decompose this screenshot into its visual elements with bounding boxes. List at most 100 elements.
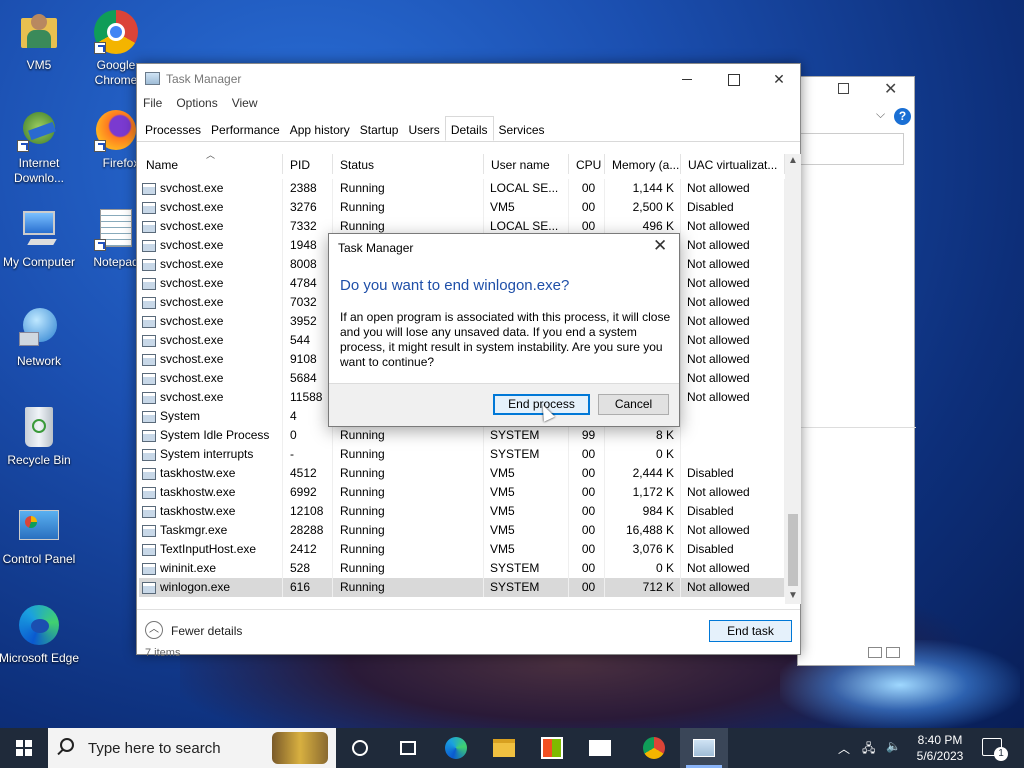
scroll-down-icon[interactable]: ▼ bbox=[788, 590, 798, 601]
process-name-cell: svchost.exe bbox=[139, 350, 283, 369]
maximize-icon[interactable] bbox=[838, 83, 849, 94]
show-hidden-icons[interactable]: ︿ bbox=[838, 740, 850, 757]
table-row[interactable]: wininit.exe 528 Running SYSTEM 00 0 K Not allo… bbox=[139, 559, 785, 578]
process-icon bbox=[142, 581, 156, 594]
pid-cell: 12108 bbox=[283, 502, 333, 521]
pid-cell: 7032 bbox=[283, 293, 333, 312]
tab-users[interactable]: Users bbox=[403, 118, 444, 142]
table-row[interactable]: winlogon.exe 616 Running SYSTEM 00 712 K Not a… bbox=[139, 578, 785, 597]
uac-cell: Not allowed bbox=[681, 255, 785, 274]
column-header-memory[interactable]: Memory (a... bbox=[605, 154, 681, 174]
search-box[interactable]: Type here to search bbox=[48, 728, 336, 768]
tab-startup[interactable]: Startup bbox=[355, 118, 404, 142]
table-row[interactable]: taskhostw.exe 4512 Running VM5 00 2,444 K Disa… bbox=[139, 464, 785, 483]
confirm-dialog[interactable]: Task Manager ✕ Do you want to end winlog… bbox=[328, 233, 680, 427]
taskbar-task-manager[interactable] bbox=[680, 728, 728, 768]
pid-cell: 616 bbox=[283, 578, 333, 597]
memory-cell: 712 K bbox=[605, 578, 681, 597]
user-cell: SYSTEM bbox=[484, 578, 569, 597]
desktop-icon-recycle-bin[interactable]: Recycle Bin bbox=[0, 405, 81, 468]
taskbar-file-explorer[interactable] bbox=[480, 728, 528, 768]
chevron-down-icon[interactable]: ⌵ bbox=[876, 107, 885, 122]
tiles-view-icon[interactable] bbox=[886, 647, 900, 658]
cancel-button[interactable]: Cancel bbox=[598, 394, 669, 415]
pid-cell: 2388 bbox=[283, 179, 333, 198]
taskbar-edge[interactable] bbox=[432, 728, 480, 768]
address-box[interactable] bbox=[798, 133, 904, 165]
user-cell: SYSTEM bbox=[484, 445, 569, 464]
table-row[interactable]: System interrupts - Running SYSTEM 00 0 K bbox=[139, 445, 785, 464]
desktop-icon-network[interactable]: Network bbox=[0, 306, 81, 369]
close-icon[interactable]: ✕ bbox=[653, 236, 667, 256]
tab-app-history[interactable]: App history bbox=[285, 118, 355, 142]
help-icon[interactable]: ? bbox=[894, 108, 911, 125]
cortana-button[interactable] bbox=[336, 728, 384, 768]
uac-cell: Disabled bbox=[681, 464, 785, 483]
table-row[interactable]: svchost.exe 3276 Running VM5 00 2,500 K Disabl… bbox=[139, 198, 785, 217]
process-icon bbox=[142, 448, 156, 461]
clock[interactable]: 8:40 PM 5/6/2023 bbox=[910, 732, 970, 764]
pid-cell: 1948 bbox=[283, 236, 333, 255]
status-cell: Running bbox=[333, 559, 484, 578]
column-header-pid[interactable]: PID bbox=[283, 154, 333, 174]
scroll-thumb[interactable] bbox=[788, 514, 798, 586]
items-count: 7 items bbox=[145, 647, 181, 659]
desktop-icon-vm5[interactable]: VM5 bbox=[0, 10, 81, 73]
column-header-uac[interactable]: UAC virtualizat... bbox=[681, 154, 785, 174]
desktop-icon-my-computer[interactable]: My Computer bbox=[0, 207, 81, 270]
maximize-button[interactable] bbox=[710, 64, 756, 94]
task-view-icon bbox=[400, 741, 416, 755]
tab-details[interactable]: Details bbox=[444, 116, 494, 141]
tab-services[interactable]: Services bbox=[494, 118, 550, 142]
table-row[interactable]: System Idle Process 0 Running SYSTEM 99 8 K bbox=[139, 426, 785, 445]
details-view-icon[interactable] bbox=[868, 647, 882, 658]
menu-view[interactable]: View bbox=[232, 96, 258, 114]
task-view-button[interactable] bbox=[384, 728, 432, 768]
tab-processes[interactable]: Processes bbox=[140, 118, 206, 142]
chevron-up-icon[interactable]: ︿ bbox=[145, 621, 163, 639]
pid-cell: 4 bbox=[283, 407, 333, 426]
table-row[interactable]: taskhostw.exe 12108 Running VM5 00 984 K Disab… bbox=[139, 502, 785, 521]
status-cell: Running bbox=[333, 578, 484, 597]
close-icon[interactable]: ✕ bbox=[884, 79, 897, 99]
table-row[interactable]: taskhostw.exe 6992 Running VM5 00 1,172 K Not … bbox=[139, 483, 785, 502]
scroll-up-icon[interactable]: ▲ bbox=[788, 155, 798, 166]
vertical-scrollbar[interactable]: ▲ ▼ bbox=[785, 154, 801, 604]
taskbar-mail[interactable] bbox=[576, 728, 624, 768]
desktop-icon-control-panel[interactable]: Control Panel bbox=[0, 504, 81, 567]
column-header-user[interactable]: User name bbox=[484, 154, 569, 174]
process-name-cell: taskhostw.exe bbox=[139, 502, 283, 521]
process-icon bbox=[142, 391, 156, 404]
status-cell: Running bbox=[333, 198, 484, 217]
minimize-button[interactable] bbox=[664, 64, 710, 94]
column-header-name[interactable]: ︿ Name bbox=[139, 154, 283, 174]
desktop-icon-edge[interactable]: Microsoft Edge bbox=[0, 603, 81, 666]
uac-cell: Disabled bbox=[681, 502, 785, 521]
volume-icon[interactable]: 🔈 bbox=[886, 739, 901, 753]
fewer-details-link[interactable]: Fewer details bbox=[171, 624, 242, 638]
close-button[interactable]: ✕ bbox=[756, 64, 802, 94]
network-tray-icon[interactable]: 🖧 bbox=[862, 739, 875, 760]
start-button[interactable] bbox=[0, 728, 48, 768]
menu-options[interactable]: Options bbox=[176, 96, 217, 114]
desktop-icon-idm[interactable]: Internet Downlo... bbox=[0, 108, 81, 186]
pid-cell: 9108 bbox=[283, 350, 333, 369]
edge-icon bbox=[17, 603, 61, 647]
background-window[interactable]: ✕ ⌵ ? bbox=[797, 76, 916, 666]
cpu-cell: 00 bbox=[569, 483, 605, 502]
taskbar-chrome[interactable] bbox=[630, 728, 678, 768]
dialog-message: If an open program is associated with th… bbox=[340, 310, 671, 369]
tab-performance[interactable]: Performance bbox=[206, 118, 285, 142]
column-header-cpu[interactable]: CPU bbox=[569, 154, 605, 174]
taskbar-store[interactable] bbox=[528, 728, 576, 768]
column-header-status[interactable]: Status bbox=[333, 154, 484, 174]
table-row[interactable]: Taskmgr.exe 28288 Running VM5 00 16,488 K Not … bbox=[139, 521, 785, 540]
table-row[interactable]: TextInputHost.exe 2412 Running VM5 00 3,076 K… bbox=[139, 540, 785, 559]
process-icon bbox=[142, 353, 156, 366]
table-row[interactable]: svchost.exe 2388 Running LOCAL SE... 00 1,144… bbox=[139, 179, 785, 198]
menu-file[interactable]: File bbox=[143, 96, 162, 114]
end-task-button[interactable]: End task bbox=[709, 620, 792, 642]
user-cell: VM5 bbox=[484, 502, 569, 521]
title-bar[interactable]: Task Manager ✕ bbox=[137, 64, 800, 94]
notification-badge: 1 bbox=[994, 747, 1008, 761]
